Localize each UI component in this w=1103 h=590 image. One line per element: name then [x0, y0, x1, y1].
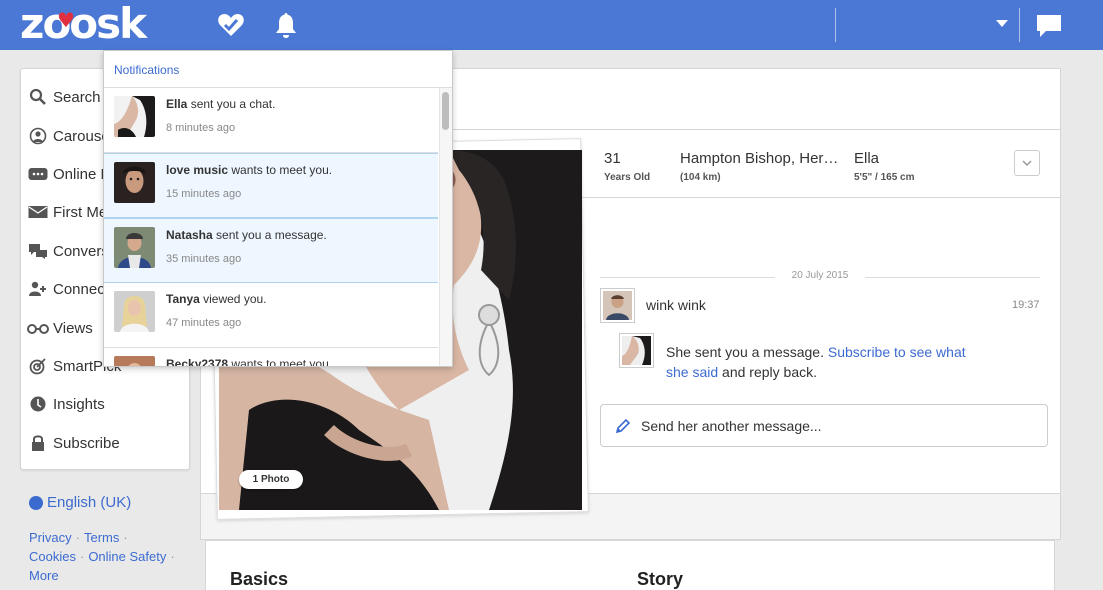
target-icon: [29, 358, 46, 375]
footer-link-more[interactable]: More: [29, 568, 59, 583]
account-dropdown-caret-icon[interactable]: [996, 20, 1008, 27]
lock-icon: [32, 435, 44, 451]
sidebar-item-label: Views: [53, 319, 93, 337]
envelope-icon: [28, 206, 48, 218]
notification-avatar: [114, 162, 155, 203]
footer-link-privacy[interactable]: Privacy: [29, 530, 72, 545]
notification-name: Ella: [166, 97, 188, 111]
photo-count-badge[interactable]: 1 Photo: [239, 470, 303, 489]
notification-time: 8 minutes ago: [166, 122, 236, 134]
age-value: 31: [604, 150, 621, 167]
date-separator: 20 July 2015: [600, 270, 1040, 284]
notifications-title: Notifications: [104, 51, 452, 88]
send-message-input[interactable]: Send her another message...: [600, 404, 1048, 447]
conversation-icon: [29, 244, 47, 259]
language-selector[interactable]: English (UK): [29, 494, 131, 511]
notification-text: wants to meet you.: [228, 163, 333, 177]
insights-icon: [30, 396, 46, 412]
notification-time: 35 minutes ago: [166, 253, 242, 265]
pencil-icon: [615, 418, 631, 433]
notification-avatar: [114, 227, 155, 268]
footer-link-terms[interactable]: Terms: [84, 530, 119, 545]
notification-avatar: [114, 96, 155, 137]
notifications-scrollbar-thumb[interactable]: [442, 92, 449, 130]
subscribe-notice: She sent you a message. Subscribe to see…: [666, 342, 986, 382]
logo-heart-icon: ♥: [57, 8, 75, 32]
notification-item[interactable]: Tanya viewed you. 47 minutes ago: [104, 283, 438, 348]
notification-avatar: [114, 291, 155, 332]
notification-name: Becky2378: [166, 357, 229, 367]
search-icon: [29, 88, 46, 105]
name-block: Ella 5'5" / 165 cm: [854, 150, 915, 183]
notification-text: sent you a message.: [212, 228, 327, 242]
heart-check-icon[interactable]: [216, 10, 246, 40]
date-label: 20 July 2015: [791, 270, 849, 281]
notification-item[interactable]: Ella sent you a chat. 8 minutes ago: [104, 88, 438, 153]
footer-links: Privacy · Terms · Cookies · Online Safety · Mo…: [29, 530, 175, 583]
send-message-placeholder: Send her another message...: [641, 417, 822, 434]
top-bar: zoosk ♥: [0, 0, 1103, 50]
story-heading: Story: [637, 569, 684, 589]
age-label: Years Old: [604, 172, 651, 183]
sidebar-item-insights[interactable]: Insights: [21, 385, 191, 423]
notification-item[interactable]: Natasha sent you a message. 35 minutes a…: [104, 218, 438, 283]
zoosk-logo[interactable]: zoosk ♥: [20, 0, 147, 50]
notification-text: viewed you.: [199, 292, 267, 306]
logo-text: zoosk: [20, 0, 147, 48]
chat-message: wink wink: [646, 297, 706, 313]
my-avatar[interactable]: [600, 288, 635, 323]
notification-text: sent you a chat.: [187, 97, 276, 111]
sidebar-item-label: Search: [53, 88, 101, 106]
profile-details-panel: Basics Story: [205, 540, 1055, 590]
sidebar-item-label: Insights: [53, 395, 105, 413]
topbar-divider: [835, 8, 836, 42]
profile-name: Ella: [854, 150, 880, 167]
online-now-icon: [28, 168, 48, 180]
notice-prefix: She sent you a message.: [666, 344, 828, 360]
chat-message-time: 19:37: [1012, 299, 1040, 311]
footer-link-cookies[interactable]: Cookies: [29, 549, 76, 564]
globe-icon: [29, 495, 43, 510]
avatar-image: [622, 336, 651, 365]
notification-name: Tanya: [166, 292, 200, 306]
notification-time: 47 minutes ago: [166, 317, 242, 329]
notice-suffix: and reply back.: [718, 364, 817, 380]
chat-bubble-icon[interactable]: [1034, 11, 1064, 41]
age-block: 31 Years Old: [604, 150, 650, 183]
carousel-icon: [29, 127, 47, 145]
location-value: Hampton Bishop, Her…: [680, 150, 839, 167]
basics-heading: Basics: [230, 569, 289, 589]
profile-options-button[interactable]: [1014, 150, 1040, 176]
footer-link-online-safety[interactable]: Online Safety: [88, 549, 166, 564]
location-block: Hampton Bishop, Her… (104 km): [680, 150, 838, 183]
distance-value: (104 km): [680, 172, 721, 183]
glasses-icon: [27, 324, 49, 334]
notifications-dropdown: Notifications Ella sent you a chat. 8 mi…: [103, 50, 453, 367]
language-label: English (UK): [47, 494, 132, 511]
notification-item[interactable]: Becky2378 wants to meet you.: [104, 348, 438, 367]
sidebar-item-subscribe[interactable]: Subscribe: [21, 424, 191, 462]
notification-text: wants to meet you.: [228, 357, 333, 367]
height-value: 5'5" / 165 cm: [854, 172, 915, 183]
notification-avatar: [114, 356, 155, 366]
connections-icon: [29, 281, 46, 296]
topbar-divider: [1019, 8, 1020, 42]
notification-name: Natasha: [166, 228, 213, 242]
match-avatar[interactable]: [619, 333, 654, 368]
avatar-image: [603, 291, 632, 320]
bell-icon[interactable]: [271, 10, 301, 40]
notification-name: love music: [166, 163, 229, 177]
sidebar-item-label: Subscribe: [53, 434, 120, 452]
chevron-down-icon: [1022, 159, 1032, 166]
notification-item[interactable]: love music wants to meet you. 15 minutes…: [104, 153, 438, 218]
notification-time: 15 minutes ago: [166, 188, 242, 200]
